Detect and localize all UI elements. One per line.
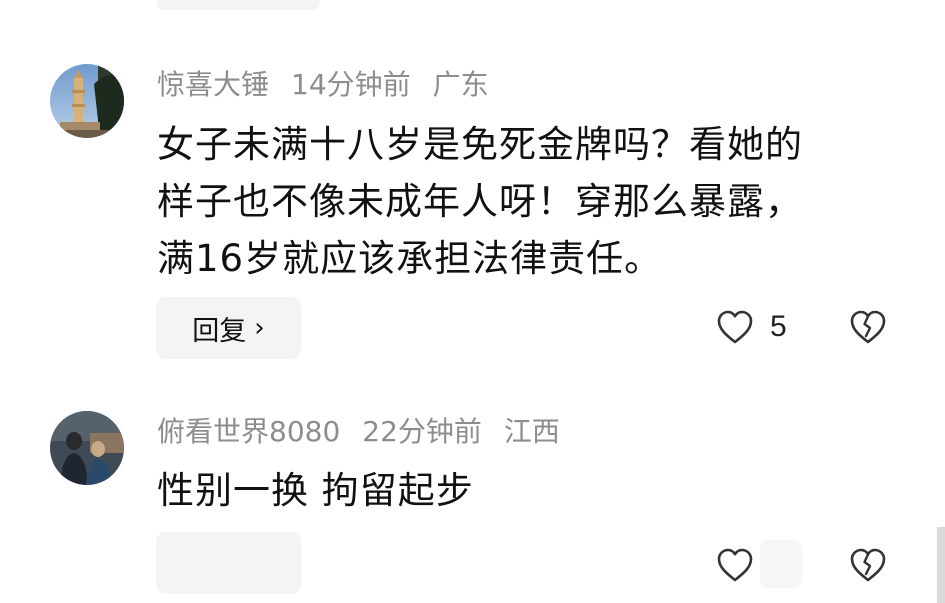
broken-heart-icon (850, 310, 886, 344)
reply-label: 回复 (192, 315, 247, 347)
location: 江西 (503, 415, 560, 448)
comment-text-line: 女子未满十八岁是免死金牌吗？看她的 (157, 123, 803, 166)
comment-text-line: 性别一换 拘留起步 (157, 469, 474, 512)
heart-outline-icon (717, 548, 753, 582)
timestamp: 14分钟前 (291, 68, 411, 101)
previous-reply-button-stub[interactable] (156, 0, 320, 10)
comment-meta: 惊喜大锤 14分钟前 广东 (157, 65, 511, 105)
people-photo-avatar (50, 411, 124, 485)
comment-list: 惊喜大锤 14分钟前 广东 女子未满十八岁是免死金牌吗？看她的 样子也不像未成年人呀… (0, 0, 945, 603)
heart-outline-icon (717, 310, 753, 344)
like-count: 5 (770, 310, 787, 343)
comment-text[interactable]: 女子未满十八岁是免死金牌吗？看她的 样子也不像未成年人呀！穿那么暴露， 满16岁… (157, 116, 887, 287)
location: 广东 (432, 68, 489, 101)
timestamp: 22分钟前 (362, 415, 482, 448)
reply-button[interactable] (156, 532, 301, 594)
avatar[interactable] (50, 64, 124, 138)
comment-text[interactable]: 性别一换 拘留起步 (157, 462, 887, 519)
comment-text-line: 满16岁就应该承担法律责任。 (157, 237, 663, 280)
chevron-right-icon: › (254, 313, 265, 343)
dislike-button[interactable] (849, 547, 887, 587)
broken-heart-icon (850, 548, 886, 582)
tower-photo-avatar (50, 64, 124, 138)
like-count-placeholder (760, 540, 802, 588)
comment-meta: 俯看世界8080 22分钟前 江西 (157, 412, 582, 452)
username[interactable]: 惊喜大锤 (157, 68, 269, 101)
reply-button[interactable]: 回复 › (156, 297, 301, 359)
like-button[interactable] (716, 547, 754, 583)
comment-text-line: 样子也不像未成年人呀！穿那么暴露， (157, 180, 803, 223)
avatar[interactable] (50, 411, 124, 485)
username[interactable]: 俯看世界8080 (157, 415, 340, 448)
like-button[interactable]: 5 (716, 309, 787, 345)
scrollbar[interactable] (937, 527, 945, 603)
dislike-button[interactable] (849, 309, 887, 349)
